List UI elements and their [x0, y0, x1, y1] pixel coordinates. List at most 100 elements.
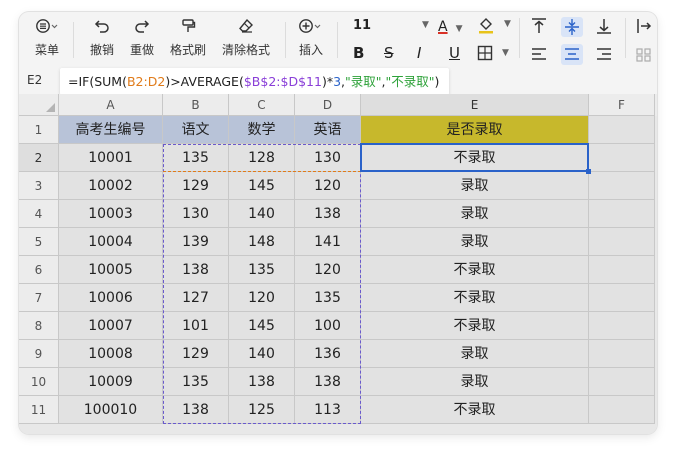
cell-d5[interactable]: 141: [295, 228, 361, 256]
underline-button[interactable]: U: [449, 44, 465, 64]
cell-b8[interactable]: 101: [163, 312, 229, 340]
cell-e7[interactable]: 不录取: [361, 284, 589, 312]
insert-button[interactable]: 插入: [293, 12, 329, 67]
cell-a7[interactable]: 10006: [59, 284, 163, 312]
menu-button[interactable]: 菜单: [27, 12, 67, 67]
fill-color-button[interactable]: ▼: [477, 16, 511, 36]
cell-c7[interactable]: 120: [229, 284, 295, 312]
align-center-button[interactable]: [561, 44, 583, 65]
bold-button[interactable]: B: [353, 44, 369, 64]
row-header-7[interactable]: 7: [19, 284, 59, 312]
cell-b4[interactable]: 130: [163, 200, 229, 228]
cell-f4[interactable]: [589, 200, 655, 228]
row-header-11[interactable]: 11: [19, 396, 59, 424]
cell-e8[interactable]: 不录取: [361, 312, 589, 340]
row-header-1[interactable]: 1: [19, 116, 59, 144]
cell-b10[interactable]: 135: [163, 368, 229, 396]
cell-c10[interactable]: 138: [229, 368, 295, 396]
cell-c5[interactable]: 148: [229, 228, 295, 256]
column-header-e[interactable]: E: [361, 94, 589, 116]
column-header-d[interactable]: D: [295, 94, 361, 116]
row-header-8[interactable]: 8: [19, 312, 59, 340]
cell-d7[interactable]: 135: [295, 284, 361, 312]
cell-reference[interactable]: E2: [27, 73, 42, 87]
row-header-4[interactable]: 4: [19, 200, 59, 228]
cell-e6[interactable]: 不录取: [361, 256, 589, 284]
align-middle-button[interactable]: [561, 17, 583, 37]
cell-f8[interactable]: [589, 312, 655, 340]
redo-button[interactable]: 重做: [124, 12, 160, 67]
cell-f5[interactable]: [589, 228, 655, 256]
cell-e2[interactable]: 不录取: [361, 144, 589, 172]
header-cell-d[interactable]: 英语: [295, 116, 361, 144]
row-header-10[interactable]: 10: [19, 368, 59, 396]
cell-c6[interactable]: 135: [229, 256, 295, 284]
clear-format-button[interactable]: 清除格式: [217, 12, 275, 67]
cell-b9[interactable]: 129: [163, 340, 229, 368]
cell-c3[interactable]: 145: [229, 172, 295, 200]
cell-a5[interactable]: 10004: [59, 228, 163, 256]
header-cell-e[interactable]: 是否录取: [361, 116, 589, 144]
cell-b2[interactable]: 135: [163, 144, 229, 172]
align-right-button[interactable]: [595, 45, 615, 65]
cell-e10[interactable]: 录取: [361, 368, 589, 396]
column-header-b[interactable]: B: [163, 94, 229, 116]
spreadsheet-grid[interactable]: A B C D E F 1 高考生编号 语文 数学 英语 是否录取 2 10001 135 128 130 不录取…: [19, 94, 657, 434]
cell-d4[interactable]: 138: [295, 200, 361, 228]
row-header-2[interactable]: 2: [19, 144, 59, 172]
fill-handle[interactable]: [586, 169, 591, 174]
cell-b5[interactable]: 139: [163, 228, 229, 256]
format-painter-button[interactable]: 格式刷: [166, 12, 210, 67]
cell-f10[interactable]: [589, 368, 655, 396]
cell-f2[interactable]: [589, 144, 655, 172]
cell-d9[interactable]: 136: [295, 340, 361, 368]
formula-input[interactable]: =IF(SUM(B2:D2)>AVERAGE($B$2:$D$11)*3,"录取…: [60, 68, 449, 95]
select-all-corner[interactable]: [19, 94, 59, 116]
cell-e9[interactable]: 录取: [361, 340, 589, 368]
cell-f7[interactable]: [589, 284, 655, 312]
cell-b3[interactable]: 129: [163, 172, 229, 200]
italic-button[interactable]: I: [417, 44, 433, 64]
column-header-f[interactable]: F: [589, 94, 655, 116]
cell-a2[interactable]: 10001: [59, 144, 163, 172]
cell-a8[interactable]: 10007: [59, 312, 163, 340]
font-color-button[interactable]: A ▼: [438, 16, 472, 36]
cell-b6[interactable]: 138: [163, 256, 229, 284]
cell-c11[interactable]: 125: [229, 396, 295, 424]
wrap-text-button[interactable]: [635, 17, 653, 37]
row-header-5[interactable]: 5: [19, 228, 59, 256]
cell-a11[interactable]: 100010: [59, 396, 163, 424]
header-cell-f[interactable]: [589, 116, 655, 144]
cell-c9[interactable]: 140: [229, 340, 295, 368]
cell-b7[interactable]: 127: [163, 284, 229, 312]
cell-a6[interactable]: 10005: [59, 256, 163, 284]
align-top-button[interactable]: [530, 17, 550, 37]
cell-a9[interactable]: 10008: [59, 340, 163, 368]
cell-c2[interactable]: 128: [229, 144, 295, 172]
row-header-6[interactable]: 6: [19, 256, 59, 284]
cell-e5[interactable]: 录取: [361, 228, 589, 256]
cell-d10[interactable]: 138: [295, 368, 361, 396]
cell-f9[interactable]: [589, 340, 655, 368]
cell-c4[interactable]: 140: [229, 200, 295, 228]
strikethrough-button[interactable]: S: [384, 44, 400, 64]
row-header-3[interactable]: 3: [19, 172, 59, 200]
cell-d3[interactable]: 120: [295, 172, 361, 200]
cell-a3[interactable]: 10002: [59, 172, 163, 200]
cell-a4[interactable]: 10003: [59, 200, 163, 228]
header-cell-c[interactable]: 数学: [229, 116, 295, 144]
cell-b11[interactable]: 138: [163, 396, 229, 424]
row-header-9[interactable]: 9: [19, 340, 59, 368]
cell-e11[interactable]: 不录取: [361, 396, 589, 424]
cell-f3[interactable]: [589, 172, 655, 200]
column-header-c[interactable]: C: [229, 94, 295, 116]
header-cell-a[interactable]: 高考生编号: [59, 116, 163, 144]
column-header-a[interactable]: A: [59, 94, 163, 116]
cell-f6[interactable]: [589, 256, 655, 284]
cell-d11[interactable]: 113: [295, 396, 361, 424]
cell-a10[interactable]: 10009: [59, 368, 163, 396]
font-size-select[interactable]: 11 ▼: [353, 18, 431, 36]
cell-f11[interactable]: [589, 396, 655, 424]
cell-d6[interactable]: 120: [295, 256, 361, 284]
cell-d2[interactable]: 130: [295, 144, 361, 172]
